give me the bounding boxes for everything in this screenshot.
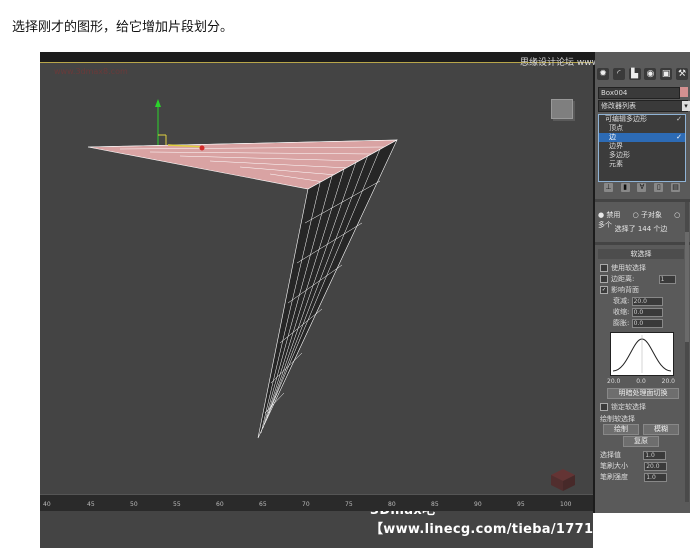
- create-tab-icon[interactable]: ✹: [597, 68, 609, 80]
- divider: [595, 199, 690, 202]
- ruler-tick: 95: [517, 501, 525, 508]
- falloff-curve-graph: [610, 332, 674, 376]
- panel-scrollbar[interactable]: [685, 202, 689, 502]
- selection-count-text: 选择了 144 个边: [614, 225, 668, 233]
- motion-tab-icon[interactable]: ◉: [644, 68, 657, 80]
- falloff-field[interactable]: 衰减: 20.0: [613, 296, 663, 306]
- object-name-field[interactable]: Box004: [598, 87, 680, 99]
- revert-button[interactable]: 复原: [623, 436, 659, 447]
- display-tab-icon[interactable]: ▣: [660, 68, 673, 80]
- stack-toolbar: ⊥ ▮ ∀ ▯ ▤: [600, 183, 684, 195]
- brush-strength-field[interactable]: 笔刷强度 1.0: [600, 472, 668, 482]
- chevron-down-icon[interactable]: ▾: [682, 101, 690, 111]
- command-panel: ✹ ◜ ▙ ◉ ▣ ⚒ Box004 修改器列表 ▾ 可编辑多边形 顶点 边 边…: [595, 52, 690, 513]
- pinch-field[interactable]: 收缩: 0.0: [613, 307, 663, 317]
- ruler-tick: 85: [431, 501, 439, 508]
- stack-item-editable-poly[interactable]: 可编辑多边形: [599, 115, 685, 124]
- modifier-list-label: 修改器列表: [601, 102, 636, 110]
- selection-value-field[interactable]: 选择值 1.0: [600, 450, 667, 460]
- make-unique-icon[interactable]: ∀: [637, 183, 647, 192]
- soft-selection-header[interactable]: 软选择: [598, 249, 684, 259]
- lock-soft-selection-checkbox[interactable]: 锁定软选择: [600, 402, 646, 412]
- ruler-tick: 70: [302, 501, 310, 508]
- ruler-tick: 45: [87, 501, 95, 508]
- show-end-result-icon[interactable]: ▮: [620, 183, 630, 192]
- shaded-face-toggle-button[interactable]: 明暗处理面切换: [607, 388, 679, 399]
- pin-stack-icon[interactable]: ⊥: [603, 183, 613, 192]
- edge-distance-row[interactable]: 边距离: 1: [600, 274, 676, 284]
- ruler-tick: 65: [259, 501, 267, 508]
- bubble-field[interactable]: 膨胀: 0.0: [613, 318, 663, 328]
- blur-button[interactable]: 模糊: [643, 424, 679, 435]
- use-soft-selection-checkbox[interactable]: 使用软选择: [600, 263, 646, 273]
- hierarchy-tab-icon[interactable]: ▙: [628, 68, 641, 80]
- instruction-text: 选择刚才的图形，给它增加片段划分。: [12, 20, 234, 35]
- scrollbar-thumb[interactable]: [685, 232, 689, 342]
- ruler-tick: 100: [560, 501, 572, 508]
- ruler-tick: 80: [388, 501, 396, 508]
- divider: [595, 242, 690, 245]
- stack-item-vertex[interactable]: 顶点: [599, 124, 685, 133]
- ruler-tick: 55: [173, 501, 181, 508]
- radio-disabled[interactable]: ● 禁用: [598, 211, 625, 219]
- stack-item-edge[interactable]: 边: [599, 133, 685, 142]
- ruler-tick: 40: [43, 501, 51, 508]
- 3dsmax-window: www.3dmax8.com 【www.linecg.com/tieba/177…: [40, 52, 690, 548]
- modifier-stack[interactable]: 可编辑多边形 顶点 边 边界 多边形 元素: [598, 114, 686, 182]
- radio-subobject[interactable]: ○ 子对象: [633, 211, 667, 219]
- affect-backfacing-checkbox[interactable]: ✓ 影响背面: [600, 285, 639, 295]
- transform-gizmo-icon: [155, 99, 191, 148]
- utilities-tab-icon[interactable]: ⚒: [675, 68, 688, 80]
- object-color-swatch[interactable]: [680, 87, 688, 97]
- mesh-object[interactable]: [40, 63, 593, 503]
- perspective-viewport[interactable]: www.3dmax8.com 【www.linecg.com/tieba/177…: [40, 62, 606, 548]
- stack-item-polygon[interactable]: 多边形: [599, 151, 685, 160]
- ruler-tick: 60: [216, 501, 224, 508]
- site-logo-icon: [543, 463, 583, 493]
- remove-modifier-icon[interactable]: ▯: [654, 183, 664, 192]
- paint-soft-selection-header: 绘制软选择: [600, 415, 635, 423]
- stack-item-border[interactable]: 边界: [599, 142, 685, 151]
- ruler-tick: 75: [345, 501, 353, 508]
- command-panel-tabs: ✹ ◜ ▙ ◉ ▣ ⚒: [597, 68, 688, 82]
- timeline-ruler[interactable]: 40 45 50 55 60 65 70 75 80 85 90 95 100: [40, 494, 593, 511]
- configure-sets-icon[interactable]: ▤: [671, 183, 681, 192]
- ruler-tick: 90: [474, 501, 482, 508]
- modify-tab-icon[interactable]: ◜: [612, 68, 625, 80]
- modifier-list-dropdown[interactable]: 修改器列表 ▾: [598, 100, 690, 112]
- stack-item-element[interactable]: 元素: [599, 160, 685, 169]
- paint-button[interactable]: 绘制: [603, 424, 639, 435]
- brush-size-field[interactable]: 笔刷大小 20.0: [600, 461, 668, 471]
- ruler-tick: 50: [130, 501, 138, 508]
- curve-axis-labels: 20.0 0.0 20.0: [607, 378, 675, 385]
